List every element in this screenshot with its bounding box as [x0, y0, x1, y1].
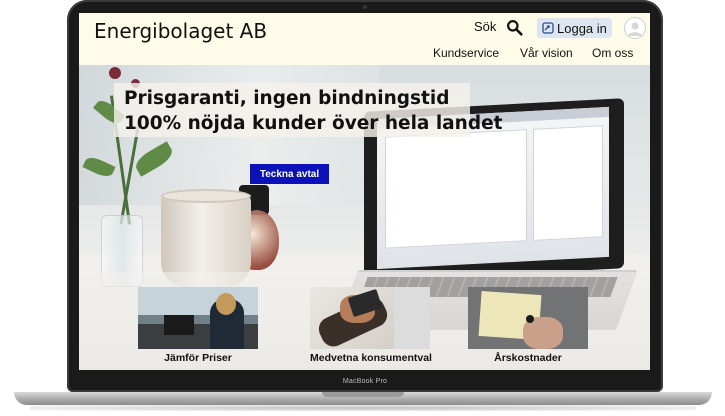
- card-jamfor-priser[interactable]: Jämför Priser: [138, 287, 258, 364]
- laptop-shadow: [30, 405, 696, 411]
- website-screen: Energibolaget AB Sök Logga in Kundservic…: [79, 13, 650, 370]
- card-label: Årskostnader: [494, 352, 562, 364]
- camera: [363, 5, 367, 9]
- card-image-office: [138, 287, 258, 349]
- login-icon: [542, 22, 554, 34]
- card-image-payment: [310, 287, 430, 349]
- card-image-note: [468, 287, 588, 349]
- device-label: MacBook Pro: [342, 378, 388, 385]
- laptop-notch: [322, 392, 404, 397]
- site-logo[interactable]: Energibolaget AB: [94, 19, 267, 43]
- hero-headline-line2: 100% nöjda kunder över hela landet: [124, 113, 503, 134]
- user-icon: [628, 22, 642, 36]
- hero-headline-line1: Prisgaranti, ingen bindningstid: [124, 88, 450, 109]
- nav-om-oss[interactable]: Om oss: [592, 46, 633, 60]
- search-label[interactable]: Sök: [474, 19, 496, 34]
- card-label: Jämför Priser: [164, 352, 232, 364]
- teckna-avtal-button[interactable]: Teckna avtal: [250, 164, 329, 184]
- card-medvetna-konsumentval[interactable]: Medvetna konsumentval: [310, 287, 432, 364]
- user-avatar[interactable]: [624, 17, 646, 39]
- site-header: Energibolaget AB Sök Logga in Kundservic…: [79, 13, 650, 65]
- card-label: Medvetna konsumentval: [310, 352, 432, 364]
- login-button[interactable]: Logga in: [537, 18, 612, 38]
- search-icon[interactable]: [506, 19, 523, 36]
- nav-var-vision[interactable]: Vår vision: [520, 46, 573, 60]
- card-arskostnader[interactable]: Årskostnader: [468, 287, 588, 364]
- login-label: Logga in: [557, 20, 607, 36]
- nav-kundservice[interactable]: Kundservice: [433, 46, 499, 60]
